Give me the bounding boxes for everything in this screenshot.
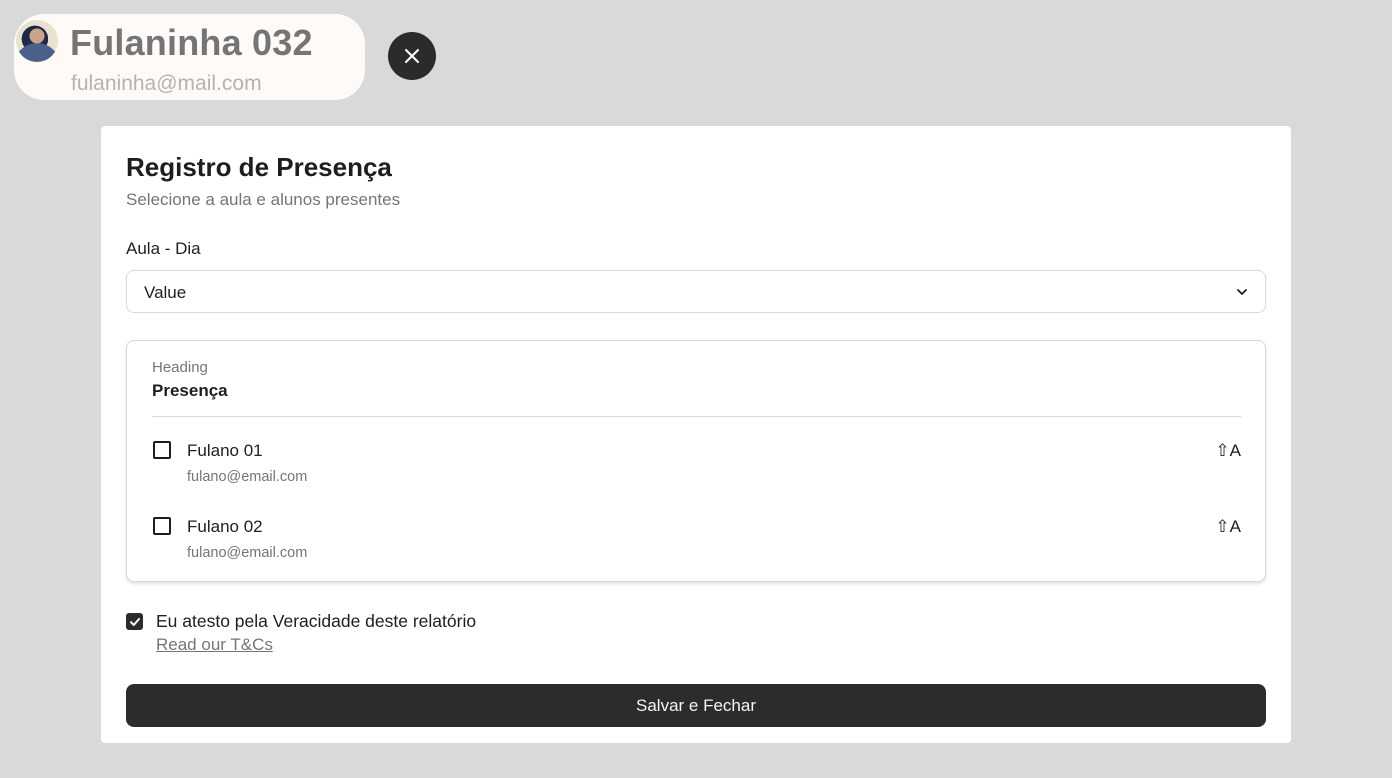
student-name: Fulano 01 xyxy=(187,441,263,460)
attendance-list: Heading Presença Fulano 01 fulano@email.… xyxy=(126,340,1266,582)
student-row[interactable]: Fulano 01 fulano@email.com ⇧A xyxy=(152,441,1241,501)
avatar xyxy=(16,20,58,62)
close-icon xyxy=(405,49,419,63)
terms-link[interactable]: Read our T&Cs xyxy=(156,635,273,655)
list-overline: Heading xyxy=(152,359,208,376)
student-email: fulano@email.com xyxy=(187,469,308,485)
attendance-form-card: Registro de Presença Selecione a aula e … xyxy=(101,126,1291,743)
class-day-select-value: Value xyxy=(144,283,187,302)
student-name: Fulano 02 xyxy=(187,517,263,536)
user-chip[interactable]: Fulaninha 032 fulaninha@mail.com xyxy=(14,14,365,100)
check-icon xyxy=(129,617,140,626)
keyboard-shortcut: ⇧A xyxy=(1215,441,1241,460)
close-button[interactable] xyxy=(388,32,436,80)
student-email: fulano@email.com xyxy=(187,545,308,561)
user-email: fulaninha@mail.com xyxy=(71,72,262,95)
form-title: Registro de Presença xyxy=(126,152,392,182)
form-subtitle: Selecione a aula e alunos presentes xyxy=(126,190,401,209)
keyboard-shortcut: ⇧A xyxy=(1215,517,1241,536)
list-heading: Presença xyxy=(152,381,228,400)
user-name: Fulaninha 032 xyxy=(70,22,313,63)
chevron-down-icon xyxy=(1237,289,1247,295)
save-and-close-button[interactable]: Salvar e Fechar xyxy=(126,684,1266,727)
class-day-label: Aula - Dia xyxy=(126,239,201,258)
student-checkbox[interactable] xyxy=(153,517,171,535)
page: Fulaninha 032 fulaninha@mail.com Registr… xyxy=(0,0,1392,778)
class-day-select[interactable]: Value xyxy=(126,270,1266,313)
agreement-checkbox[interactable] xyxy=(126,613,143,630)
student-checkbox[interactable] xyxy=(153,441,171,459)
divider xyxy=(152,416,1241,417)
student-row[interactable]: Fulano 02 fulano@email.com ⇧A xyxy=(152,517,1241,577)
agreement-label: Eu atesto pela Veracidade deste relatóri… xyxy=(156,611,477,631)
